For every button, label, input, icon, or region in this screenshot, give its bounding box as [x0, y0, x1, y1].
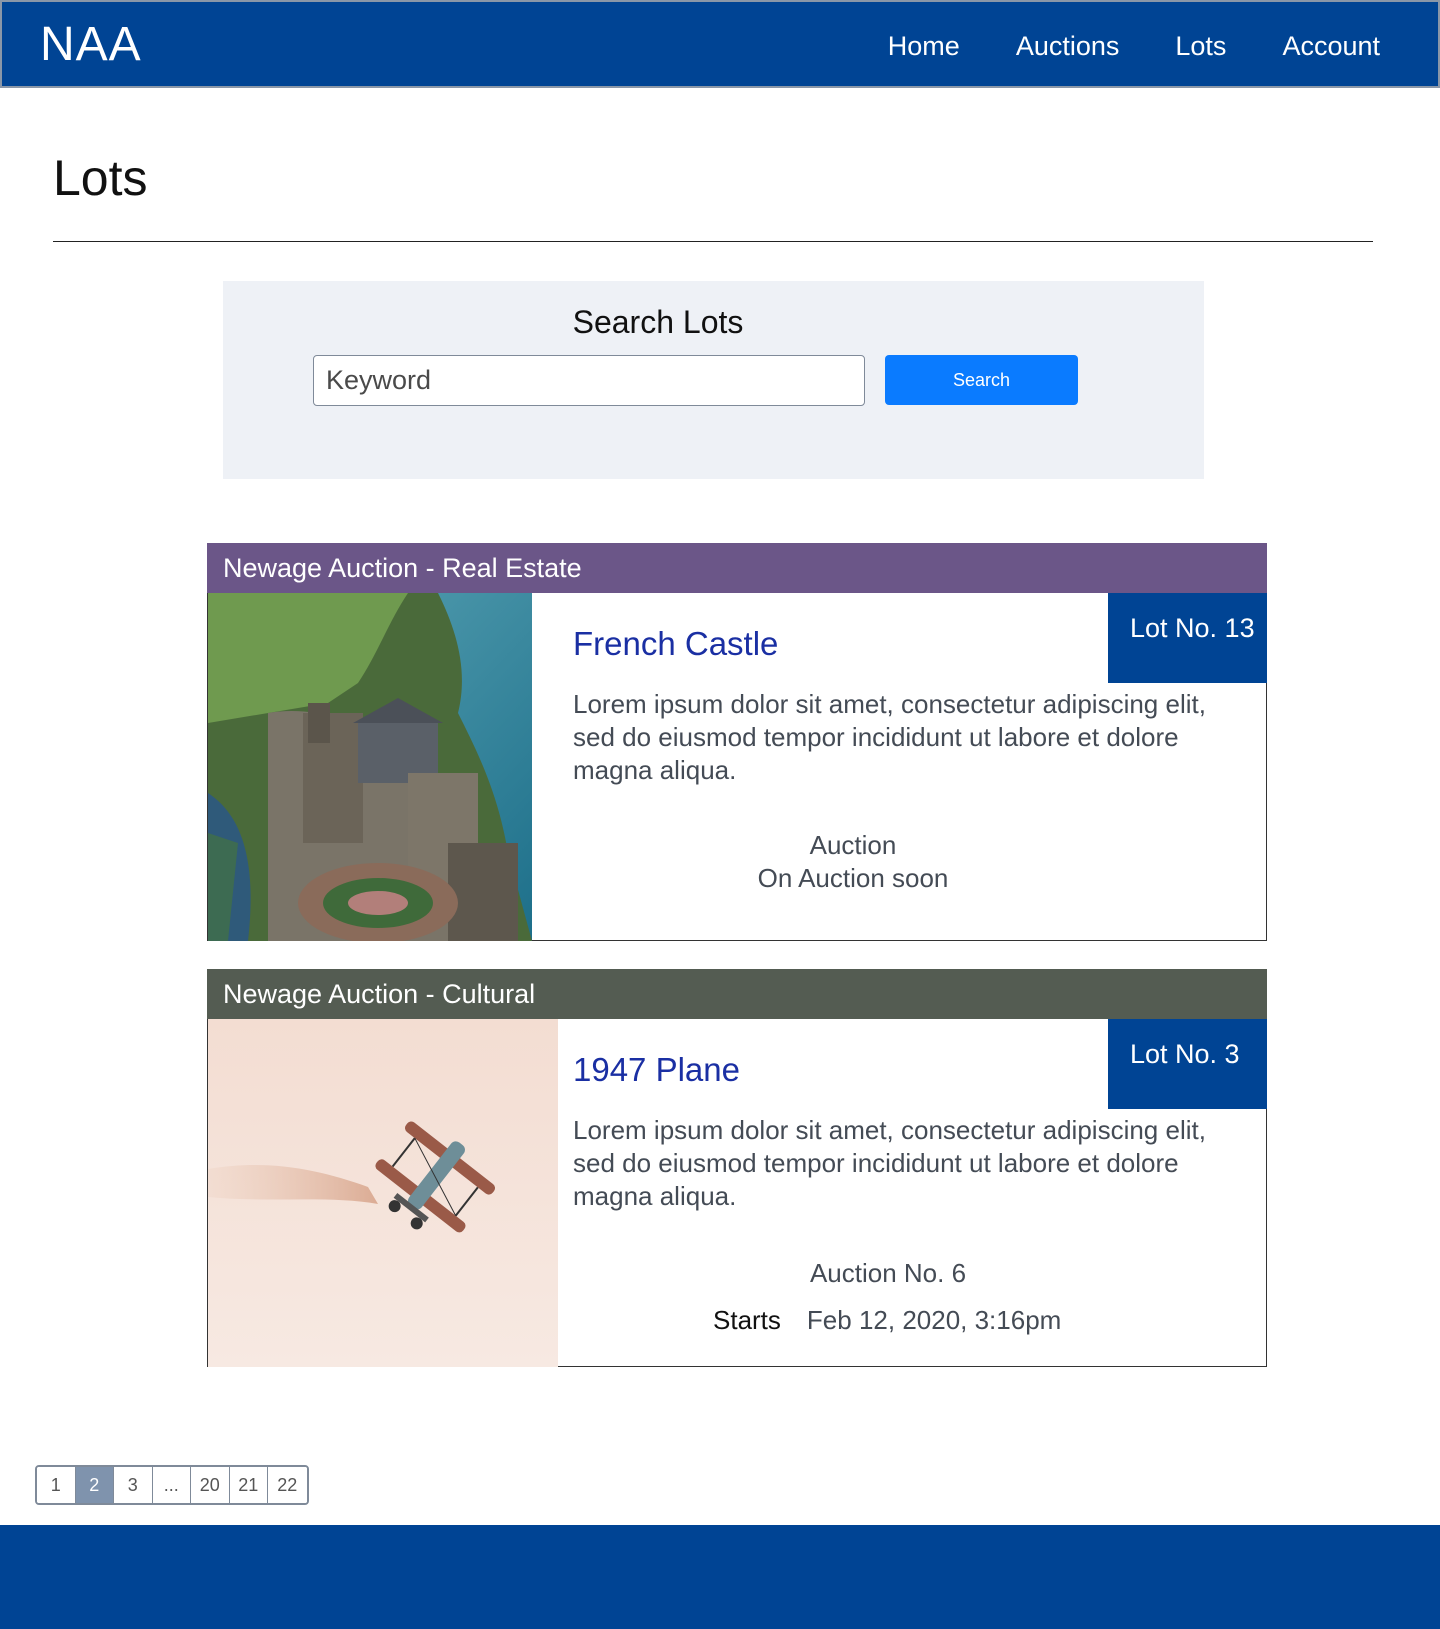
top-navbar: NAA Home Auctions Lots Account — [0, 0, 1440, 88]
lot-image-plane[interactable] — [208, 1019, 558, 1367]
nav-home[interactable]: Home — [888, 26, 960, 66]
auction-header: Newage Auction - Cultural — [207, 969, 1267, 1019]
starts-value: Feb 12, 2020, 3:16pm — [806, 1305, 1062, 1335]
lot-description: Lorem ipsum dolor sit amet, consectetur … — [573, 1115, 1206, 1211]
pagination: 1 2 3 ... 20 21 22 — [35, 1465, 309, 1505]
nav-account[interactable]: Account — [1282, 26, 1380, 66]
lot-image-castle[interactable] — [208, 593, 532, 941]
lot-number-badge: Lot No. 3 — [1108, 1019, 1267, 1109]
title-divider — [53, 241, 1373, 242]
lot-card-body: Lot No. 13 French Castle Lorem ipsum dol… — [207, 593, 1267, 941]
page-title: Lots — [53, 150, 148, 206]
nav-auctions[interactable]: Auctions — [1016, 26, 1120, 66]
lot-card-body: Lot No. 3 1947 Plane Lorem ipsum dolor s… — [207, 1019, 1267, 1367]
castle-photo-icon — [208, 593, 532, 941]
page-footer — [0, 1525, 1440, 1629]
page-button[interactable]: 22 — [268, 1467, 307, 1503]
page-ellipsis: ... — [152, 1467, 191, 1503]
plane-photo-icon — [208, 1019, 558, 1367]
search-button[interactable]: Search — [885, 355, 1078, 405]
lot-description: Lorem ipsum dolor sit amet, consectetur … — [573, 689, 1206, 785]
lot-title-link[interactable]: 1947 Plane — [573, 1051, 740, 1089]
lot-card: Newage Auction - Real Estate Lot No. 13 … — [207, 543, 1267, 941]
page-button[interactable]: 21 — [229, 1467, 268, 1503]
lot-title-link[interactable]: French Castle — [573, 625, 778, 663]
auction-number: Auction No. 6 — [809, 1258, 967, 1288]
page-button[interactable]: 3 — [114, 1467, 153, 1503]
auction-status: On Auction soon — [757, 863, 949, 893]
start-time-row: Starts Feb 12, 2020, 3:16pm — [713, 1304, 1073, 1337]
search-panel: Search Lots Search — [223, 281, 1204, 479]
brand-logo[interactable]: NAA — [40, 16, 142, 74]
lot-number-badge: Lot No. 13 — [1108, 593, 1267, 683]
lot-card: Newage Auction - Cultural Lot No. 3 1947… — [207, 969, 1267, 1367]
page-button[interactable]: 20 — [191, 1467, 230, 1503]
auction-label: Auction — [809, 830, 897, 860]
search-input[interactable] — [313, 355, 865, 406]
nav-links: Home Auctions Lots Account — [832, 2, 1380, 90]
auction-header: Newage Auction - Real Estate — [207, 543, 1267, 593]
nav-lots[interactable]: Lots — [1175, 26, 1226, 66]
search-title: Search Lots — [572, 304, 744, 340]
page-button[interactable]: 1 — [37, 1467, 76, 1503]
page-button-current[interactable]: 2 — [75, 1467, 114, 1503]
starts-label: Starts — [713, 1305, 781, 1335]
